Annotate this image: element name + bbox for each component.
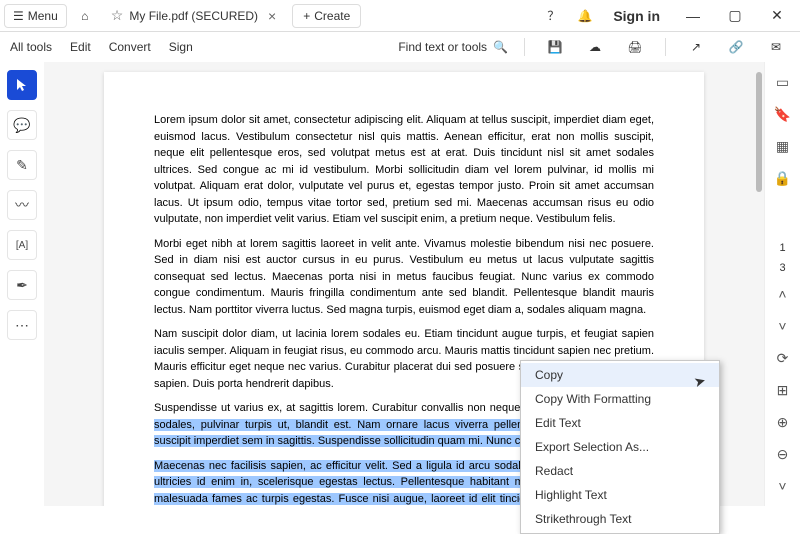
tab-close-button[interactable]: ×	[264, 8, 280, 24]
bell-icon: 🔔	[578, 9, 593, 23]
zoom-out[interactable]: ⊖	[771, 442, 795, 466]
more-tools[interactable]: ⋯	[7, 310, 37, 340]
sign-button[interactable]: Sign	[169, 40, 193, 54]
zoom-in[interactable]: ⊕	[771, 410, 795, 434]
find-label: Find text or tools	[398, 40, 487, 54]
highlight-tool[interactable]: ✎	[7, 150, 37, 180]
more-button[interactable]: ˅	[771, 474, 795, 498]
right-tool-rail: ▭ 🔖 ▦ 🔒 1 3 ˄ ˅ ⟳ ⊞ ⊕ ⊖ ˅	[764, 62, 800, 506]
menu-label: Menu	[28, 9, 58, 23]
home-icon: ⌂	[81, 9, 88, 23]
home-button[interactable]: ⌂	[71, 2, 99, 30]
left-tool-rail: 💬 ✎ 〰 [A] ✒ ⋯	[0, 62, 44, 506]
all-tools-button[interactable]: All tools	[10, 40, 52, 54]
window-maximize[interactable]: ▢	[716, 2, 754, 30]
sign-tool[interactable]: ✒	[7, 270, 37, 300]
context-export-selection[interactable]: Export Selection As...	[521, 435, 719, 459]
sign-in-button[interactable]: Sign in	[603, 8, 670, 24]
divider	[665, 38, 666, 56]
page-current[interactable]: 1	[779, 242, 785, 254]
menu-button[interactable]: ☰ Menu	[4, 4, 67, 28]
hamburger-icon: ☰	[13, 9, 24, 23]
lock-tool[interactable]: 🔒	[771, 166, 795, 190]
comment-tool[interactable]: 💬	[7, 110, 37, 140]
divider	[524, 38, 525, 56]
context-highlight[interactable]: Highlight Text	[521, 483, 719, 507]
help-button[interactable]: ？	[539, 2, 567, 30]
textbox-tool[interactable]: [A]	[7, 230, 37, 260]
context-menu: Copy Copy With Formatting Edit Text Expo…	[520, 360, 720, 534]
plus-icon: +	[303, 9, 310, 23]
page-fit-tool[interactable]: ⊞	[771, 378, 795, 402]
context-edit-text[interactable]: Edit Text	[521, 411, 719, 435]
toolbar: All tools Edit Convert Sign Find text or…	[0, 32, 800, 62]
draw-tool[interactable]: 〰	[7, 190, 37, 220]
save-button[interactable]: 💾	[541, 33, 569, 61]
document-tab[interactable]: ☆ My File.pdf (SECURED) ×	[103, 3, 288, 28]
paragraph: Lorem ipsum dolor sit amet, consectetur …	[154, 112, 654, 228]
cursor-icon	[15, 78, 29, 92]
create-label: Create	[314, 9, 350, 23]
share-button[interactable]: ↗	[682, 33, 710, 61]
find-text-button[interactable]: Find text or tools 🔍	[398, 40, 508, 54]
page-down[interactable]: ˅	[771, 314, 795, 338]
search-icon: 🔍	[493, 40, 508, 54]
window-minimize[interactable]: —	[674, 2, 712, 30]
context-strikethrough[interactable]: Strikethrough Text	[521, 507, 719, 531]
rotate-tool[interactable]: ⟳	[771, 346, 795, 370]
context-copy[interactable]: Copy	[521, 363, 719, 387]
scrollbar-thumb[interactable]	[756, 72, 762, 192]
convert-button[interactable]: Convert	[109, 40, 151, 54]
edit-button[interactable]: Edit	[70, 40, 91, 54]
mail-button[interactable]: ✉	[762, 33, 790, 61]
select-tool[interactable]	[7, 70, 37, 100]
create-button[interactable]: + Create	[292, 4, 361, 28]
star-icon: ☆	[111, 7, 124, 24]
context-copy-formatting[interactable]: Copy With Formatting	[521, 387, 719, 411]
page-total: 3	[779, 262, 785, 274]
bookmark-tool[interactable]: 🔖	[771, 102, 795, 126]
notifications-button[interactable]: 🔔	[571, 2, 599, 30]
grid-tool[interactable]: ▦	[771, 134, 795, 158]
panel-toggle[interactable]: ▭	[771, 70, 795, 94]
page-up[interactable]: ˄	[771, 282, 795, 306]
help-icon: ？	[547, 7, 559, 24]
window-close[interactable]: ✕	[758, 2, 796, 30]
titlebar: ☰ Menu ⌂ ☆ My File.pdf (SECURED) × + Cre…	[0, 0, 800, 32]
print-button[interactable]: 🖨	[621, 33, 649, 61]
link-button[interactable]: 🔗	[722, 33, 750, 61]
paragraph: Morbi eget nibh at lorem sagittis laoree…	[154, 236, 654, 319]
cloud-button[interactable]: ☁	[581, 33, 609, 61]
tab-title: My File.pdf (SECURED)	[129, 9, 258, 23]
context-redact[interactable]: Redact	[521, 459, 719, 483]
